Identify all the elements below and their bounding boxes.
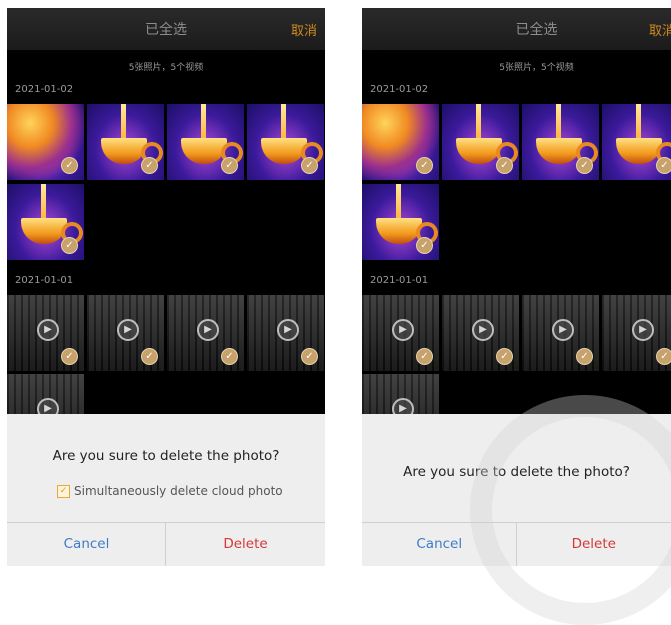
video-thumbnail[interactable]: ▶ ✓ [167, 295, 244, 371]
photo-thumbnail[interactable]: ✓ [602, 104, 671, 180]
dialog-buttons: Cancel Delete [7, 522, 325, 566]
date-label: 2021-01-01 [370, 275, 428, 286]
checkmark-icon[interactable]: ✓ [61, 237, 78, 254]
play-icon[interactable]: ▶ [197, 319, 219, 341]
delete-dialog: Are you sure to delete the photo? ✓ Simul… [7, 414, 325, 566]
checkmark-icon[interactable]: ✓ [61, 157, 78, 174]
checkmark-icon[interactable]: ✓ [141, 157, 158, 174]
play-icon[interactable]: ▶ [472, 319, 494, 341]
photo-thumbnail[interactable]: ✓ [522, 104, 599, 180]
thermal-image [201, 104, 206, 140]
page-title: 已全选 [7, 19, 325, 39]
video-thumbnail[interactable]: ▶ ✓ [362, 295, 439, 371]
selection-summary: 5张照片，5个视频 [362, 60, 671, 73]
checkmark-icon[interactable]: ✓ [221, 157, 238, 174]
cancel-selection-button[interactable]: 取消 [649, 20, 671, 39]
checkmark-icon[interactable]: ✓ [576, 157, 593, 174]
cloud-delete-option[interactable]: ✓ Simultaneously delete cloud photo [57, 484, 283, 498]
photo-thumbnail[interactable]: ✓ [7, 104, 84, 180]
checkmark-icon[interactable]: ✓ [416, 157, 433, 174]
video-thumbnail[interactable]: ▶ ✓ [522, 295, 599, 371]
checkmark-icon[interactable]: ✓ [656, 157, 671, 174]
top-bar: 已全选 取消 [7, 8, 325, 50]
video-thumbnail[interactable]: ▶ ✓ [247, 295, 324, 371]
checkmark-icon[interactable]: ✓ [416, 237, 433, 254]
checkmark-icon[interactable]: ✓ [221, 348, 238, 365]
thermal-image [41, 184, 46, 220]
phone-screen-left: 已全选 取消 5张照片，5个视频 2021-01-02 ✓ ✓ ✓ ✓ ✓ 20… [7, 8, 325, 566]
photo-thumbnail[interactable]: ✓ [167, 104, 244, 180]
page-title: 已全选 [362, 19, 671, 39]
thermal-image [396, 184, 401, 220]
play-icon[interactable]: ▶ [632, 319, 654, 341]
delete-button[interactable]: Delete [165, 523, 325, 566]
checkmark-icon[interactable]: ✓ [141, 348, 158, 365]
video-thumbnail[interactable]: ▶ ✓ [87, 295, 164, 371]
video-thumbnail[interactable]: ▶ ✓ [7, 295, 84, 371]
photo-thumbnail[interactable]: ✓ [362, 184, 439, 260]
checkbox-checked-icon[interactable]: ✓ [57, 485, 70, 498]
cloud-delete-label: Simultaneously delete cloud photo [74, 484, 283, 498]
photo-thumbnail[interactable]: ✓ [7, 184, 84, 260]
photo-thumbnail[interactable]: ✓ [442, 104, 519, 180]
play-icon[interactable]: ▶ [392, 319, 414, 341]
checkmark-icon[interactable]: ✓ [301, 157, 318, 174]
date-label: 2021-01-02 [370, 84, 428, 95]
thermal-image [476, 104, 481, 140]
video-thumbnail[interactable]: ▶ ✓ [442, 295, 519, 371]
photo-thumbnail[interactable]: ✓ [87, 104, 164, 180]
play-icon[interactable]: ▶ [552, 319, 574, 341]
thermal-image [636, 104, 641, 140]
checkmark-icon[interactable]: ✓ [416, 348, 433, 365]
checkmark-icon[interactable]: ✓ [496, 348, 513, 365]
checkmark-icon[interactable]: ✓ [576, 348, 593, 365]
play-icon[interactable]: ▶ [37, 319, 59, 341]
top-bar: 已全选 取消 [362, 8, 671, 50]
thermal-image [121, 104, 126, 140]
cancel-button[interactable]: Cancel [7, 523, 166, 566]
checkmark-icon[interactable]: ✓ [301, 348, 318, 365]
checkmark-icon[interactable]: ✓ [656, 348, 671, 365]
date-label: 2021-01-01 [15, 275, 73, 286]
checkmark-icon[interactable]: ✓ [61, 348, 78, 365]
play-icon[interactable]: ▶ [277, 319, 299, 341]
video-thumbnail[interactable]: ▶ ✓ [602, 295, 671, 371]
dialog-question: Are you sure to delete the photo? [7, 448, 325, 464]
photo-thumbnail[interactable]: ✓ [247, 104, 324, 180]
play-icon[interactable]: ▶ [117, 319, 139, 341]
selection-summary: 5张照片，5个视频 [7, 60, 325, 73]
thermal-image [281, 104, 286, 140]
checkmark-icon[interactable]: ✓ [496, 157, 513, 174]
date-label: 2021-01-02 [15, 84, 73, 95]
photo-thumbnail[interactable]: ✓ [362, 104, 439, 180]
thermal-image [556, 104, 561, 140]
cancel-selection-button[interactable]: 取消 [291, 20, 317, 39]
